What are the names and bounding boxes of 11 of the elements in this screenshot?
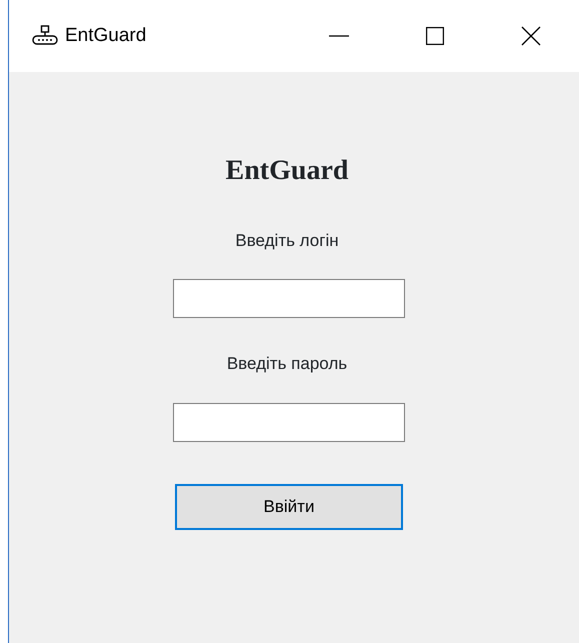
login-button[interactable]: Ввійти bbox=[175, 484, 403, 530]
app-icon bbox=[31, 25, 59, 47]
window-title: EntGuard bbox=[65, 24, 146, 48]
close-icon bbox=[521, 26, 541, 46]
field-label: Введіть пароль bbox=[226, 354, 348, 375]
maximize-icon bbox=[426, 27, 444, 45]
field-label: Введіть логін bbox=[235, 230, 339, 252]
input-field[interactable] bbox=[173, 279, 405, 318]
input-field[interactable] bbox=[173, 402, 405, 442]
app-heading: EntGuard bbox=[226, 156, 348, 187]
minimize-icon bbox=[329, 35, 349, 37]
